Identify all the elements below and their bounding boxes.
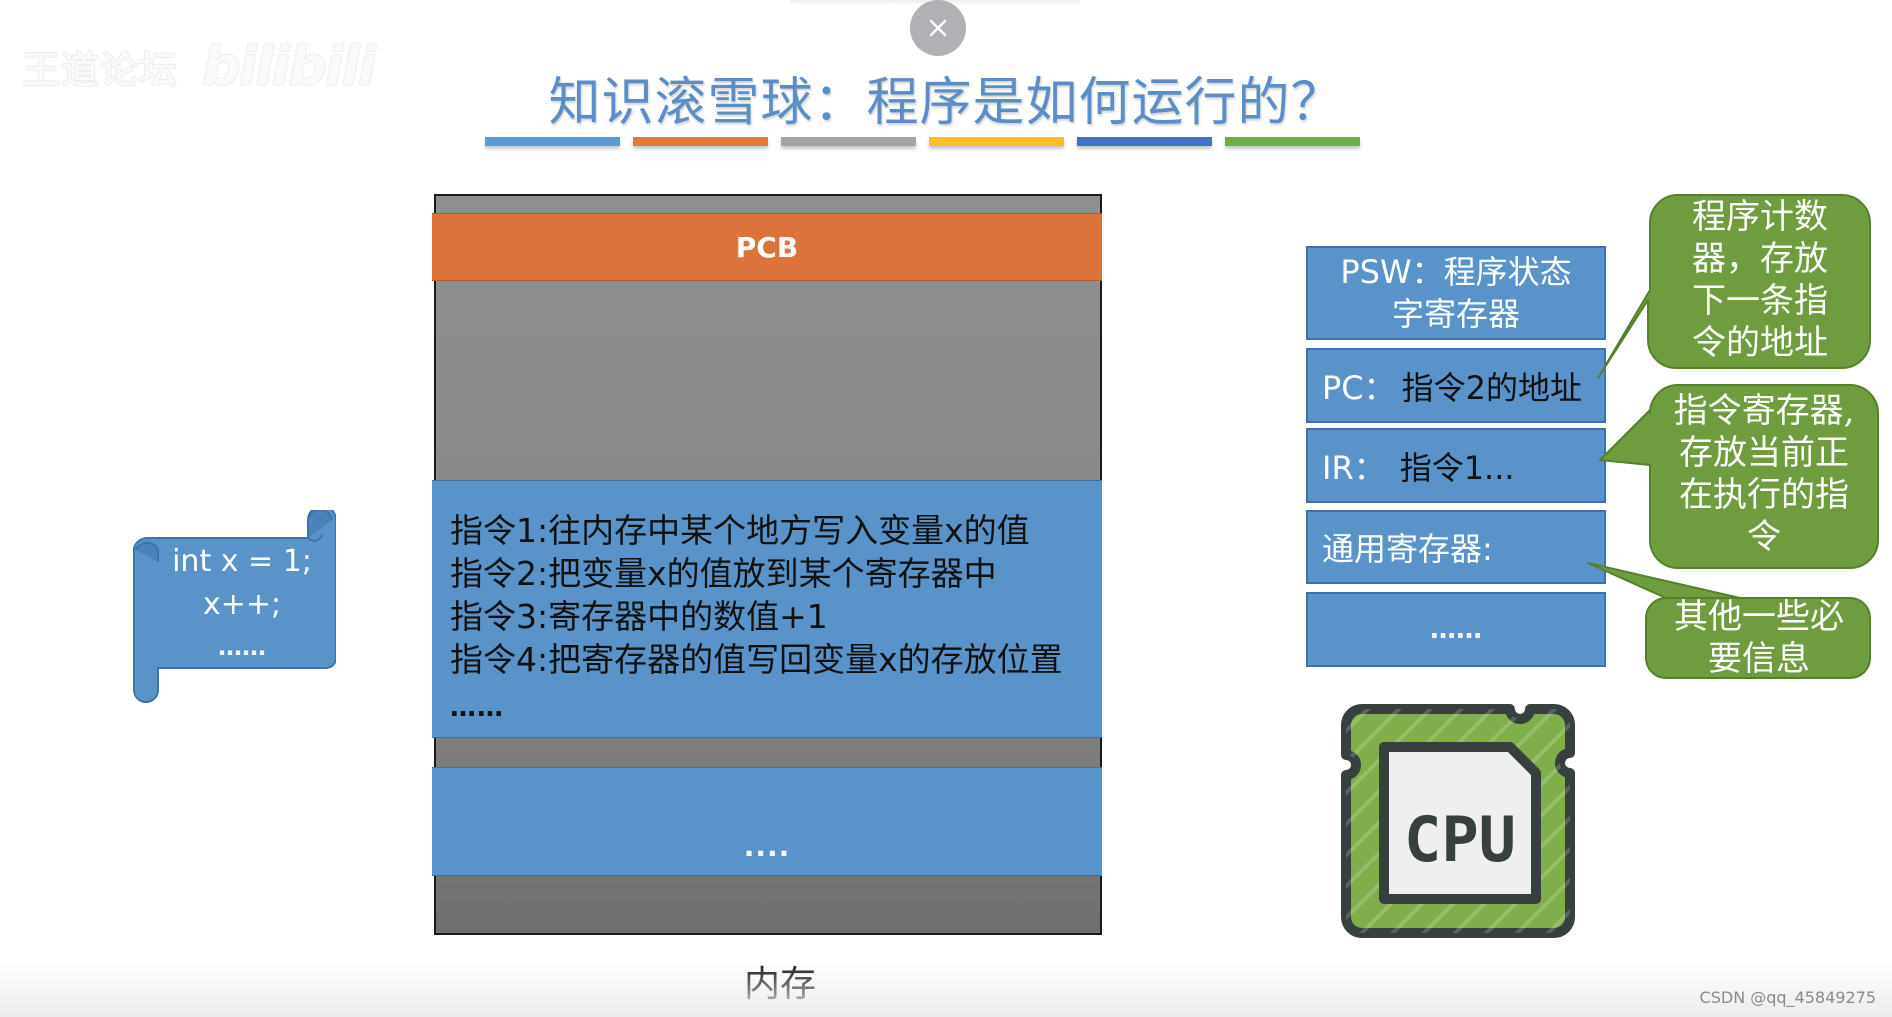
callout-line: 指令寄存器, xyxy=(1673,391,1855,431)
pc-label: PC： xyxy=(1322,368,1396,407)
bottom-fade xyxy=(0,962,1892,1017)
register-more-dots: …… xyxy=(1430,614,1482,645)
color-bar xyxy=(781,137,916,146)
code-scroll: int x = 1; x++; …… xyxy=(128,505,337,706)
title-color-bars xyxy=(485,137,1360,146)
callout-line: 令 xyxy=(1747,517,1781,557)
register-more: …… xyxy=(1306,592,1606,667)
register-pc: PC： 指令2的地址 xyxy=(1306,348,1606,423)
cpu-chip-graphic: CPU xyxy=(1341,704,1575,938)
color-bar xyxy=(1225,137,1360,146)
general-register-label: 通用寄存器: xyxy=(1322,530,1493,568)
callout-line: 其他一些必 xyxy=(1674,597,1844,637)
code-text: int x = 1; x++; …… xyxy=(156,540,328,669)
color-bar xyxy=(1077,137,1212,146)
color-bar xyxy=(929,137,1064,146)
pc-value: 指令2的地址 xyxy=(1401,368,1583,407)
callout-line: 存放当前正 xyxy=(1679,433,1849,473)
register-general: 通用寄存器: xyxy=(1306,510,1606,584)
register-psw: PSW：程序状态 字寄存器 xyxy=(1306,246,1606,340)
other-memory-block: .... xyxy=(432,767,1102,876)
callout-line: 令的地址 xyxy=(1692,323,1828,363)
callout-line: 在执行的指 xyxy=(1679,475,1849,515)
callout-pc: 程序计数 器，存放 下一条指 令的地址 xyxy=(1650,196,1870,364)
callout-line: 下一条指 xyxy=(1692,281,1828,321)
memory-diagram: PCB 指令1:往内存中某个地方写入变量x的值 指令2:把变量x的值放到某个寄存… xyxy=(432,194,1102,935)
code-line: …… xyxy=(218,633,266,661)
instruction-line: 指令2:把变量x的值放到某个寄存器中 xyxy=(450,554,997,593)
close-button[interactable] xyxy=(910,0,966,56)
psw-label-line2: 字寄存器 xyxy=(1391,295,1520,333)
code-line: x++; xyxy=(202,587,282,622)
callout-line: 程序计数 xyxy=(1692,197,1828,237)
register-ir: IR： 指令1... xyxy=(1306,428,1606,503)
slide-title: 知识滚雪球：程序是如何运行的？ xyxy=(548,73,1344,133)
ir-value: 指令1... xyxy=(1399,448,1515,487)
color-bar xyxy=(485,137,620,146)
callout-line: 要信息 xyxy=(1708,639,1810,679)
instructions-block: 指令1:往内存中某个地方写入变量x的值 指令2:把变量x的值放到某个寄存器中 指… xyxy=(432,480,1102,738)
instruction-line: 指令3:寄存器中的数值+1 xyxy=(450,597,828,636)
pcb-label: PCB xyxy=(735,230,799,264)
callout-other: 其他一些必 要信息 xyxy=(1648,596,1870,680)
ir-label: IR： xyxy=(1322,448,1386,487)
callout-ir: 指令寄存器, 存放当前正 在执行的指 令 xyxy=(1652,390,1876,558)
color-bar xyxy=(633,137,768,146)
credit-watermark: CSDN @qq_45849275 xyxy=(1699,988,1876,1007)
instructions-more: …… xyxy=(450,693,504,723)
cpu-label: CPU xyxy=(1404,803,1516,876)
instruction-line: 指令1:往内存中某个地方写入变量x的值 xyxy=(450,511,1030,550)
close-icon xyxy=(929,19,947,37)
instruction-line: 指令4:把寄存器的值写回变量x的存放位置 xyxy=(450,640,1063,679)
psw-label-line1: PSW：程序状态 xyxy=(1340,253,1572,291)
callout-line: 器，存放 xyxy=(1692,239,1828,279)
other-memory-dots: .... xyxy=(743,830,791,863)
pcb-block: PCB xyxy=(432,213,1102,281)
cpu-icon: CPU xyxy=(1340,703,1576,939)
code-line: int x = 1; xyxy=(172,544,312,579)
